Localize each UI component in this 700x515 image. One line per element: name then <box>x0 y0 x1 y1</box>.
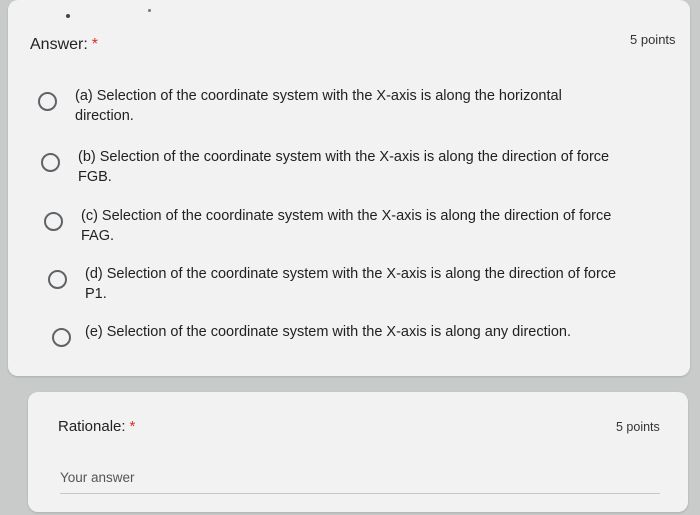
screen-speck <box>148 9 151 12</box>
option-c[interactable]: (c) Selection of the coordinate system w… <box>44 206 611 246</box>
required-asterisk: * <box>91 36 99 53</box>
screen-speck <box>66 14 70 18</box>
points-label: 5 points <box>630 32 676 47</box>
option-label: (e) Selection of the coordinate system w… <box>85 324 571 340</box>
option-label: (d) Selection of the coordinate system w… <box>85 266 617 302</box>
radio-button[interactable] <box>41 153 60 172</box>
option-label: (a) Selection of the coordinate system w… <box>75 88 562 124</box>
option-label: (c) Selection of the coordinate system w… <box>81 208 612 244</box>
option-d[interactable]: (d) Selection of the coordinate system w… <box>48 264 616 304</box>
question-card-rationale: Rationale: * 5 points <box>28 392 688 512</box>
question-card-answer: Answer: * 5 points (a) Selection of the c… <box>8 0 690 376</box>
option-a[interactable]: (a) Selection of the coordinate system w… <box>38 86 562 126</box>
radio-button[interactable] <box>44 212 63 231</box>
option-label: (b) Selection of the coordinate system w… <box>78 149 610 185</box>
radio-button[interactable] <box>48 270 67 289</box>
required-asterisk: * <box>129 418 136 435</box>
question-title: Answer: * <box>30 36 98 54</box>
radio-button[interactable] <box>52 328 71 347</box>
question-title-text: Rationale: <box>58 418 126 435</box>
option-b[interactable]: (b) Selection of the coordinate system w… <box>41 147 609 187</box>
radio-button[interactable] <box>38 92 57 111</box>
points-label: 5 points <box>616 420 660 434</box>
question-title-text: Answer: <box>30 36 88 53</box>
rationale-answer-input[interactable] <box>60 466 660 494</box>
option-e[interactable]: (e) Selection of the coordinate system w… <box>52 322 571 347</box>
question-title: Rationale: * <box>58 418 135 435</box>
